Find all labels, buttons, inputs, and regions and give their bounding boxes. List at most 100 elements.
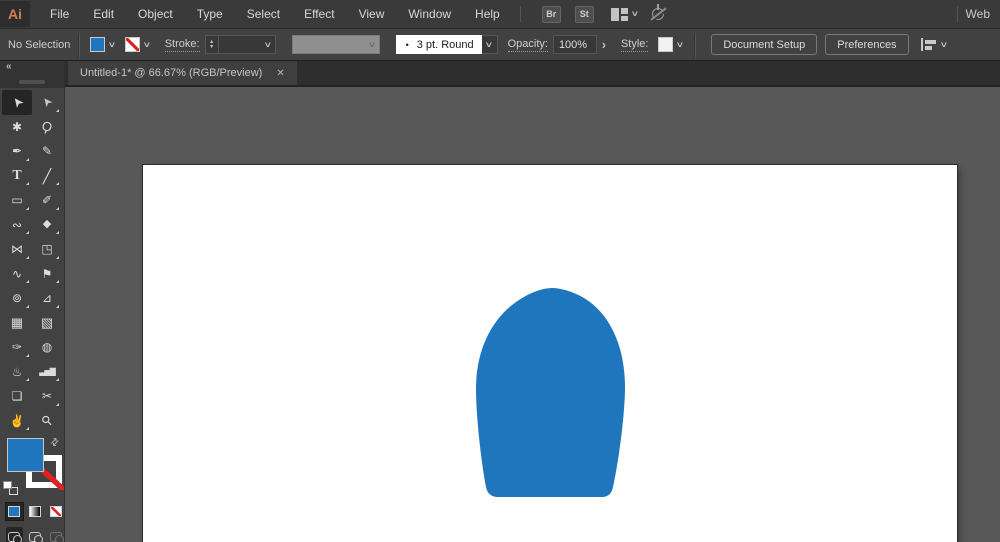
brush-definition-chevron[interactable]: ∨: [481, 35, 498, 54]
eraser-tool[interactable]: ◆: [32, 213, 62, 238]
sync-disabled-icon: [651, 8, 664, 20]
menu-select[interactable]: Select: [235, 7, 292, 21]
blue-shape[interactable]: [476, 288, 625, 497]
chevron-down-icon[interactable]: ∨: [630, 10, 639, 18]
tools-panel-header: «: [0, 61, 64, 88]
document-setup-button[interactable]: Document Setup: [711, 34, 818, 55]
arrange-documents-icon[interactable]: [610, 7, 628, 21]
workspace-label[interactable]: Web: [966, 7, 990, 21]
menu-edit[interactable]: Edit: [81, 7, 126, 21]
apply-none-button[interactable]: [47, 503, 64, 520]
symbol-sprayer-tool[interactable]: ♨: [2, 360, 32, 385]
canvas-pasteboard[interactable]: [65, 87, 1000, 542]
chevron-down-icon: ∨: [263, 39, 273, 49]
stock-button[interactable]: St: [574, 5, 594, 23]
document-tab[interactable]: Untitled-1* @ 66.67% (RGB/Preview) ✕: [68, 61, 297, 85]
puppet-warp-tool[interactable]: ⚑: [32, 262, 62, 287]
style-swatch-icon: [658, 37, 674, 52]
column-graph-tool-icon: ▃▅▇: [39, 366, 56, 376]
opacity-flyout-arrow[interactable]: ›: [597, 35, 611, 54]
menu-type[interactable]: Type: [185, 7, 235, 21]
line-segment-tool[interactable]: ╱: [32, 164, 62, 189]
divider: [519, 6, 521, 22]
puppet-warp-tool-icon: ⚑: [41, 266, 53, 281]
menu-effect[interactable]: Effect: [292, 7, 346, 21]
menu-help[interactable]: Help: [463, 7, 512, 21]
close-tab-icon[interactable]: ✕: [276, 68, 284, 79]
direct-selection-tool-icon: ➤: [38, 93, 56, 111]
shape-builder-tool[interactable]: ⊚: [2, 286, 32, 311]
zoom-tool[interactable]: ⚲: [32, 409, 62, 434]
collapse-panel-icon[interactable]: «: [6, 61, 12, 72]
menu-file[interactable]: File: [38, 7, 81, 21]
chevron-down-icon: ∨: [484, 39, 494, 49]
swap-fill-stroke-icon[interactable]: ⇄: [48, 436, 62, 450]
stroke-color-control[interactable]: ∨: [124, 37, 151, 52]
menu-window[interactable]: Window: [396, 7, 463, 21]
draw-behind-button[interactable]: [27, 527, 44, 542]
menu-object[interactable]: Object: [126, 7, 185, 21]
preferences-button[interactable]: Preferences: [825, 34, 909, 55]
drawing-mode-buttons: [0, 522, 64, 542]
graphic-style-select[interactable]: ∨: [658, 37, 685, 52]
draw-inside-icon: [49, 532, 64, 542]
pen-tool[interactable]: ✒: [2, 139, 32, 164]
reflect-tool[interactable]: ⋈: [2, 237, 32, 262]
line-segment-tool-icon: ╱: [42, 167, 52, 184]
bridge-button[interactable]: Br: [541, 5, 561, 23]
magic-wand-tool[interactable]: ✱: [2, 115, 32, 140]
artboard[interactable]: [143, 165, 957, 542]
app-logo[interactable]: Ai: [0, 1, 30, 27]
rectangle-tool[interactable]: ▭: [2, 188, 32, 213]
fill-indicator[interactable]: [7, 438, 44, 472]
apply-color-buttons: [0, 499, 64, 522]
panel-grip[interactable]: [19, 80, 45, 84]
direct-selection-tool[interactable]: ➤: [32, 90, 62, 115]
eyedropper-tool-icon: ✑: [11, 340, 23, 355]
eyedropper-tool[interactable]: ✑: [2, 335, 32, 360]
type-tool[interactable]: T: [2, 164, 32, 189]
artboard-tool[interactable]: ❏: [2, 384, 32, 409]
width-tool[interactable]: ∿: [2, 262, 32, 287]
align-options[interactable]: ∨: [920, 38, 948, 51]
shaper-tool[interactable]: ∾: [2, 213, 32, 238]
apply-gradient-button[interactable]: [27, 503, 44, 520]
stroke-panel-link[interactable]: Stroke:: [164, 38, 200, 52]
menu-view[interactable]: View: [347, 7, 397, 21]
opacity-input[interactable]: 100%: [552, 35, 597, 54]
menu-items: File Edit Object Type Select Effect View Window…: [38, 7, 512, 21]
default-fill-stroke-icon[interactable]: [3, 481, 18, 495]
brush-preview-icon: •: [405, 39, 409, 50]
selection-tool-icon: ➤: [7, 93, 27, 112]
perspective-grid-tool[interactable]: ⊿: [32, 286, 62, 311]
slice-tool[interactable]: ✂: [32, 384, 62, 409]
stepper-down-icon[interactable]: ▾: [206, 44, 218, 50]
opacity-panel-link[interactable]: Opacity:: [507, 38, 548, 52]
draw-behind-icon: [29, 532, 43, 542]
style-panel-link[interactable]: Style:: [620, 38, 649, 52]
mesh-tool[interactable]: ▦: [2, 311, 32, 336]
variable-width-profile-select: ∨: [291, 35, 380, 54]
brush-definition-select[interactable]: • 3 pt. Round: [395, 35, 482, 54]
paintbrush-tool-icon: ✐: [41, 193, 53, 208]
gradient-tool[interactable]: ▧: [32, 311, 62, 336]
draw-normal-button[interactable]: [6, 527, 23, 542]
scale-tool[interactable]: ◳: [32, 237, 62, 262]
symbol-sprayer-tool-icon: ♨: [11, 364, 23, 379]
fill-color-control[interactable]: ∨: [90, 37, 116, 52]
scale-tool-icon: ◳: [41, 242, 53, 257]
paintbrush-tool[interactable]: ✐: [32, 188, 62, 213]
pen-tool-icon: ✒: [11, 144, 23, 159]
stroke-weight-stepper[interactable]: ▴ ▾: [204, 35, 218, 54]
stroke-weight-select[interactable]: ∨: [217, 35, 276, 54]
chevron-down-icon: ∨: [939, 39, 948, 49]
lasso-tool[interactable]: Ϙ: [32, 115, 62, 140]
curvature-tool[interactable]: ✎: [32, 139, 62, 164]
divider: [694, 32, 696, 57]
blend-tool[interactable]: ◍: [32, 335, 62, 360]
hand-tool[interactable]: ✌: [2, 409, 32, 434]
apply-color-button[interactable]: [6, 503, 23, 520]
selection-tool[interactable]: ➤: [2, 90, 32, 115]
column-graph-tool[interactable]: ▃▅▇: [32, 360, 62, 385]
selection-status: No Selection: [8, 38, 71, 51]
